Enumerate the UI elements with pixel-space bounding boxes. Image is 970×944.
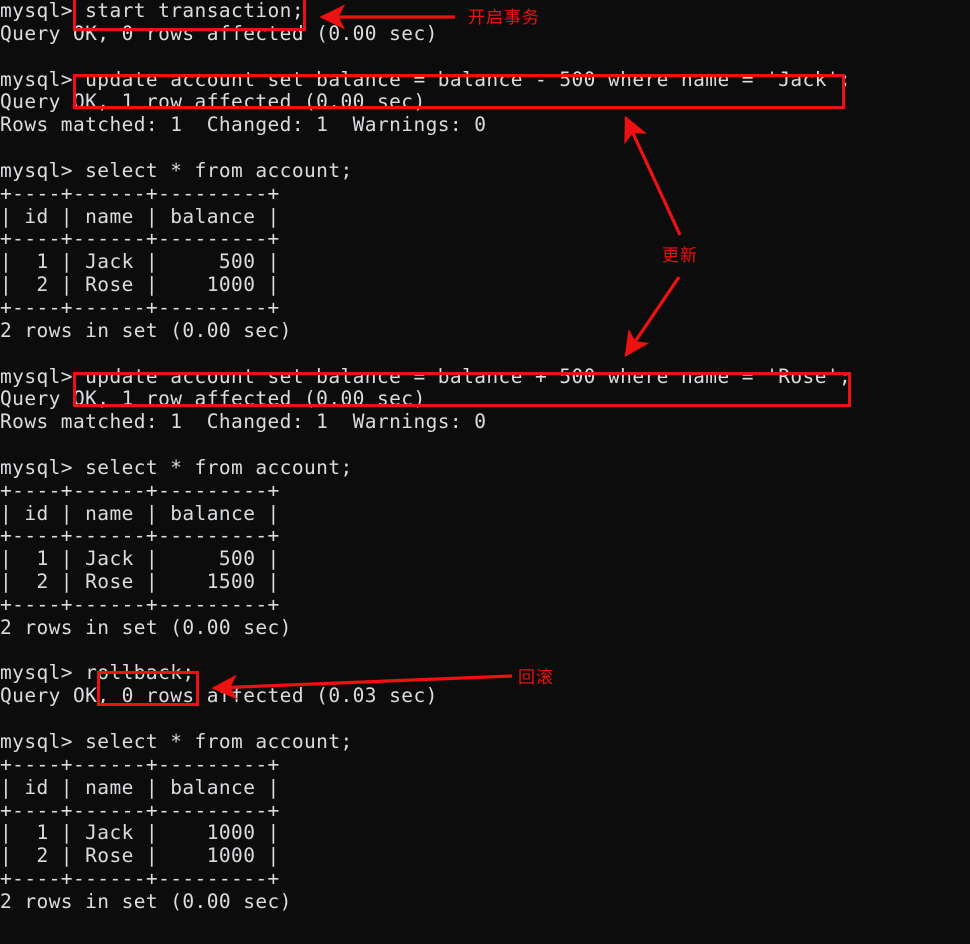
terminal-output[interactable]: mysql> start transaction; Query OK, 0 ro… bbox=[0, 0, 970, 944]
terminal-screenshot: mysql> start transaction; Query OK, 0 ro… bbox=[0, 0, 970, 944]
